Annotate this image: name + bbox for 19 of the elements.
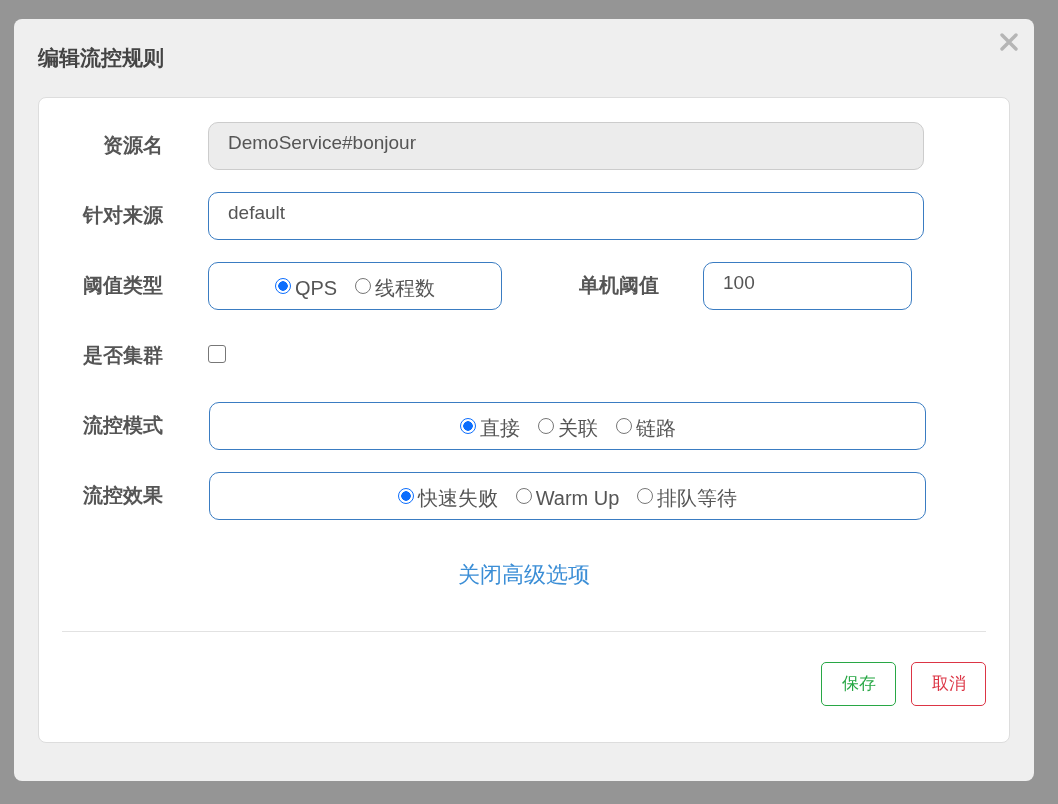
field-label: 单机阈值 (579, 273, 659, 299)
radio-option[interactable]: 排队等待 (637, 485, 738, 513)
field-label: 流控模式 (82, 413, 163, 439)
radio-option[interactable]: 关联 (537, 415, 598, 443)
radio-option[interactable]: 链路 (615, 415, 676, 443)
cancel-button[interactable]: 取消 (911, 661, 986, 706)
field-label: 流控效果 (82, 483, 163, 509)
field-label: 资源名 (102, 133, 163, 159)
text-field[interactable]: default (208, 191, 924, 240)
radio-option[interactable]: Warm Up (515, 487, 620, 511)
radio-option[interactable]: 线程数 (355, 275, 436, 303)
field-label: 针对来源 (81, 203, 163, 229)
radio-option[interactable]: 快速失败 (397, 485, 498, 513)
dialog-title: 编辑流控规则 (38, 45, 164, 71)
radio-option[interactable]: 直接 (459, 415, 520, 443)
radio-option[interactable]: QPS (274, 277, 338, 301)
field-label: 阈值类型 (82, 273, 163, 299)
field-label: 是否集群 (82, 343, 163, 369)
text-field[interactable]: 100 (703, 261, 912, 310)
